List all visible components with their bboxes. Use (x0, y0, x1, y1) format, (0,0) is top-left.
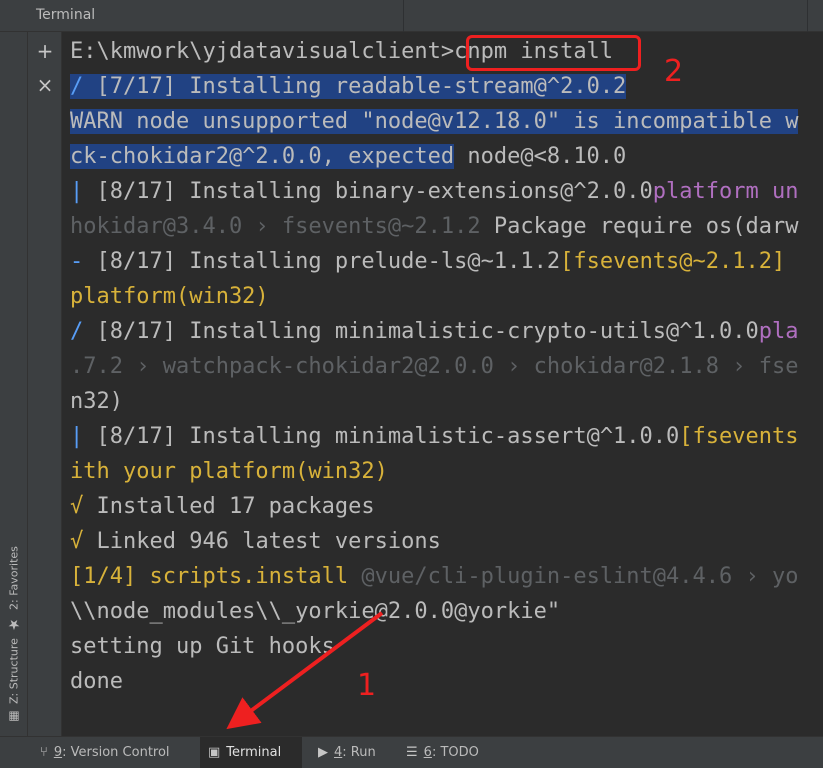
tab-version-control[interactable]: ⑂ 9 : Version Control (32, 737, 178, 768)
tab-key: 6 (423, 745, 432, 760)
run-icon: ▶ (318, 745, 328, 760)
tab-run[interactable]: ▶ 4 : Run (310, 737, 384, 768)
tab-label: : Version Control (62, 745, 170, 760)
tab-key: 4 (334, 745, 343, 760)
tab-label: : Run (342, 745, 376, 760)
branch-icon: ⑂ (40, 745, 48, 760)
tab-label: Terminal (226, 745, 282, 760)
tab-label: : TODO (431, 745, 479, 760)
tab-key: 9 (53, 745, 63, 760)
annotation-arrow (226, 611, 384, 730)
tab-todo[interactable]: ☰ 6 : TODO (398, 737, 487, 768)
tab-terminal[interactable]: ▣ Terminal (200, 737, 302, 768)
terminal-icon: ▣ (208, 745, 221, 760)
bottom-tool-bar: ⑂ 9 : Version Control ▣ Terminal ▶ 4 : R… (0, 736, 823, 768)
todo-icon: ☰ (406, 745, 418, 760)
